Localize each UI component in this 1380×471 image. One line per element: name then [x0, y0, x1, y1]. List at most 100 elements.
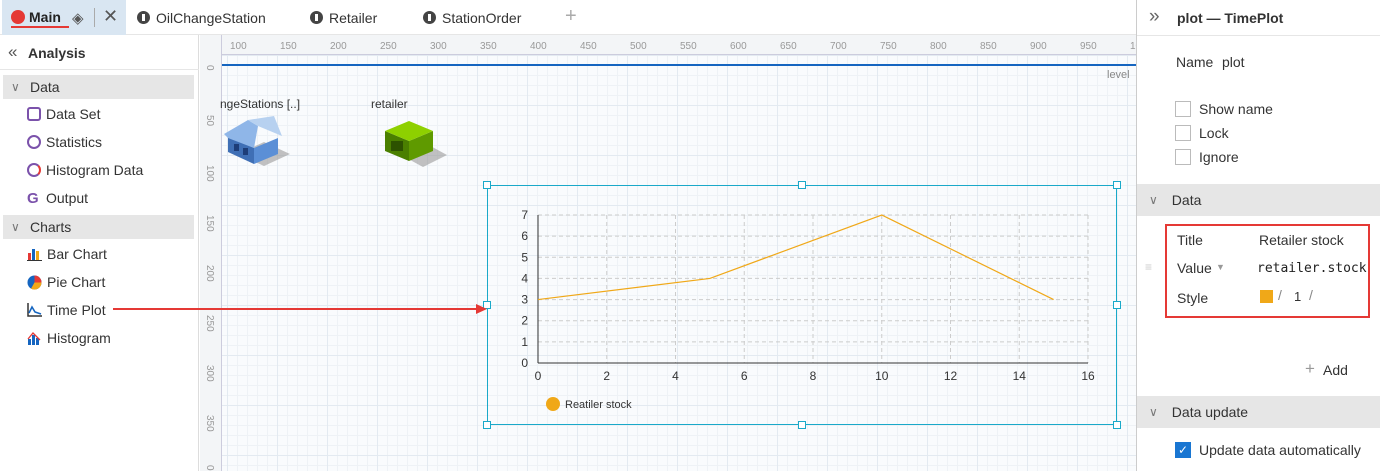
retailer-agent-icon[interactable] [383, 117, 449, 169]
sidebar-item-histogram-data[interactable]: Histogram Data [27, 159, 143, 181]
ruler-x-tick-label: 150 [280, 41, 297, 52]
time-plot-chart[interactable]: 012345670 2 4 6 8 10 12 14 16Reatiler stock [500, 205, 1100, 420]
item-label: Statistics [46, 134, 103, 150]
section-data-properties[interactable]: ∨ Data [1137, 184, 1380, 216]
ruler-x-tick-label: 400 [530, 41, 547, 52]
collapse-panel-icon[interactable]: » [1149, 6, 1160, 28]
value-dropdown-icon[interactable]: ▼ [1216, 262, 1225, 272]
add-data-button[interactable]: Add [1323, 362, 1348, 378]
section-data[interactable]: ∨ Data [3, 75, 194, 99]
y-tick-label: 4 [521, 271, 528, 285]
checked-checkbox[interactable]: ✓ [1175, 442, 1191, 458]
sidebar-item-data-set[interactable]: Data Set [27, 103, 100, 125]
agent-label-oilchangestations: ngeStations [..] [220, 97, 301, 111]
resize-handle-n[interactable] [798, 181, 806, 189]
resize-handle-ne[interactable] [1113, 181, 1121, 189]
tab-active-underline [11, 26, 69, 28]
collapse-double-chevron-icon[interactable]: « [8, 42, 17, 62]
ruler-x-tick-label: 850 [980, 41, 997, 52]
agent-type-icon [423, 11, 436, 24]
layers-icon[interactable]: ◈ [72, 9, 84, 27]
ruler-y-tick-label: 00 [204, 465, 215, 471]
item-label: Histogram [47, 330, 111, 346]
chevron-down-icon: ∨ [1149, 405, 1158, 419]
dataset-icon [27, 107, 41, 121]
sidebar-item-pie-chart[interactable]: Pie Chart [27, 271, 105, 293]
tab-label: StationOrder [442, 9, 522, 26]
line-style-icon[interactable]: / [1278, 287, 1282, 303]
checkbox-label: Ignore [1199, 149, 1239, 165]
drag-handle-icon[interactable]: ≡ [1145, 260, 1152, 274]
sidebar-item-bar-chart[interactable]: Bar Chart [27, 243, 107, 265]
ruler-x-tick-label: 350 [480, 41, 497, 52]
pie-chart-icon [27, 275, 42, 290]
y-tick-label: 3 [521, 293, 528, 307]
name-field[interactable]: plot [1222, 54, 1245, 70]
section-label: Data update [1171, 404, 1249, 420]
sidebar-item-statistics[interactable]: Statistics [27, 131, 102, 153]
ruler-top [222, 35, 1136, 55]
checkbox-label: Update data automatically [1199, 442, 1361, 458]
tab-divider [94, 8, 95, 27]
tab-main[interactable]: Main ◈ ✕ [2, 0, 126, 35]
close-tab-icon[interactable]: ✕ [103, 6, 118, 27]
y-tick-label: 1 [521, 335, 528, 349]
ruler-x-tick-label: 650 [780, 41, 797, 52]
sidebar-title: Analysis [28, 45, 86, 61]
resize-handle-sw[interactable] [483, 421, 491, 429]
add-plus-icon[interactable]: + [1305, 359, 1315, 379]
checkbox[interactable] [1175, 149, 1191, 165]
section-data-update[interactable]: ∨ Data update [1137, 396, 1380, 428]
chevron-down-icon: ∨ [11, 220, 20, 234]
item-label: Time Plot [47, 302, 106, 318]
color-swatch[interactable] [1260, 290, 1273, 303]
section-charts[interactable]: ∨ Charts [3, 215, 194, 239]
checkbox[interactable] [1175, 101, 1191, 117]
add-tab-icon[interactable]: + [565, 5, 577, 28]
ruler-y-tick-label: 300 [204, 365, 215, 382]
name-label: Name [1176, 54, 1214, 70]
checkbox-show-name-row[interactable]: Show name [1175, 101, 1273, 117]
resize-handle-e[interactable] [1113, 301, 1121, 309]
x-tick-label: 2 [603, 369, 610, 383]
y-tick-label: 5 [521, 250, 528, 264]
line-width-value[interactable]: 1 [1294, 289, 1301, 304]
sidebar-item-time-plot[interactable]: Time Plot [27, 299, 106, 321]
item-label: Data Set [46, 106, 101, 122]
annotation-arrow [113, 304, 487, 314]
item-label: Bar Chart [47, 246, 107, 262]
item-label: Pie Chart [47, 274, 106, 290]
checkbox-update-automatically-row[interactable]: ✓ Update data automatically [1175, 442, 1361, 458]
value-expression-field[interactable]: retailer.stock [1257, 261, 1367, 276]
sidebar-item-histogram[interactable]: Histogram [27, 327, 111, 349]
level-label: level [1107, 69, 1130, 81]
graphical-editor-canvas[interactable]: 100 150 200 250 300 350 400 450 500 550 600 650 700 7… [200, 35, 1136, 471]
title-label: Title [1177, 232, 1203, 248]
panel-header-divider [1137, 35, 1380, 36]
checkbox-ignore-row[interactable]: Ignore [1175, 149, 1239, 165]
title-field[interactable]: Retailer stock [1259, 232, 1344, 248]
sidebar-item-output[interactable]: G Output [27, 187, 88, 209]
tab-main-label: Main [29, 9, 61, 25]
editor-tab-bar: Main ◈ ✕ OilChangeStation Retailer Stati… [0, 0, 1136, 35]
output-icon: G [27, 189, 39, 207]
tab-label: Retailer [329, 9, 378, 26]
value-label: Value [1177, 260, 1212, 276]
ruler-x-tick-label: 450 [580, 41, 597, 52]
tab-stationorder[interactable]: StationOrder [423, 0, 521, 35]
chevron-down-icon: ∨ [1149, 193, 1158, 207]
resize-handle-se[interactable] [1113, 421, 1121, 429]
ruler-x-tick-label: 950 [1080, 41, 1097, 52]
ruler-x-tick-label: 550 [680, 41, 697, 52]
house-agent-icon[interactable] [224, 116, 290, 168]
resize-handle-s[interactable] [798, 421, 806, 429]
checkbox-lock-row[interactable]: Lock [1175, 125, 1229, 141]
tab-oilchangestation[interactable]: OilChangeStation [137, 0, 266, 35]
tab-retailer[interactable]: Retailer [310, 0, 377, 35]
item-label: Histogram Data [46, 162, 144, 178]
marker-style-icon[interactable]: / [1309, 287, 1313, 303]
ruler-y-tick-label: 150 [204, 215, 215, 232]
resize-handle-nw[interactable] [483, 181, 491, 189]
checkbox[interactable] [1175, 125, 1191, 141]
x-tick-label: 10 [875, 369, 889, 383]
